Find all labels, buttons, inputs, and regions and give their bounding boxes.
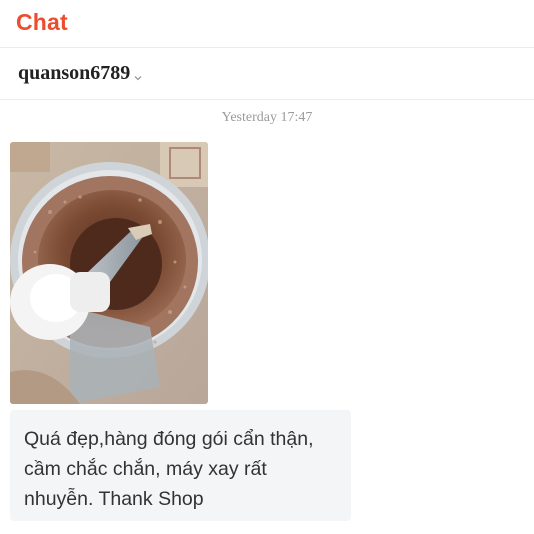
chat-title: Chat — [16, 9, 68, 35]
text-message-bubble: Quá đẹp,hàng đóng gói cẩn thận, cầm chắc… — [10, 410, 351, 521]
food-processor-photo-icon — [10, 142, 208, 404]
chat-window: Chat quanson6789 Yesterday 17:47 Quá đẹp… — [0, 0, 534, 534]
text-message-content: Quá đẹp,hàng đóng gói cẩn thận, cầm chắc… — [24, 428, 314, 510]
message-timestamp: Yesterday 17:47 — [221, 110, 313, 125]
chat-topbar: Chat — [0, 0, 534, 48]
conversation-username: quanson6789 — [18, 62, 131, 84]
conversation-user-selector[interactable]: quanson6789 — [18, 62, 143, 85]
conversation-header: quanson6789 — [0, 48, 534, 100]
image-message[interactable] — [10, 142, 208, 404]
chevron-down-icon[interactable] — [133, 70, 143, 81]
